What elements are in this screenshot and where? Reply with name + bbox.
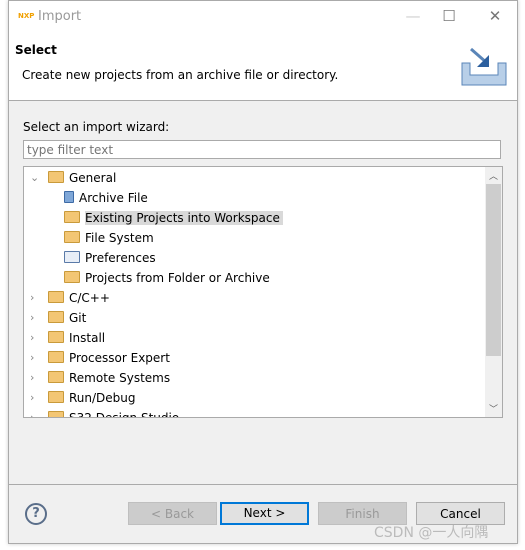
wizard-label: Select an import wizard: [23, 120, 170, 134]
chevron-right-icon[interactable]: › [30, 288, 40, 308]
import-tray-icon [461, 47, 507, 86]
tree-item-label: C/C++ [69, 291, 110, 305]
tree-item-label: Preferences [85, 251, 156, 265]
tree-item[interactable]: ⌄ General [30, 168, 116, 188]
chevron-right-icon[interactable]: › [30, 348, 40, 368]
tree-item-label: Run/Debug [69, 391, 136, 405]
tree-item[interactable]: › Run/Debug [30, 388, 136, 408]
tree-item-label: S32 Design Studio [69, 411, 180, 418]
folder-icon [48, 291, 64, 303]
tree-item-label: Archive File [79, 191, 148, 205]
watermark: CSDN @一人向隅 [374, 525, 489, 541]
import-dialog: NXP Import — ☐ ✕ Select Create new proje… [8, 0, 518, 544]
next-button[interactable]: Next > [220, 502, 309, 525]
vertical-scrollbar[interactable]: ︿ ﹀ [485, 167, 502, 417]
chevron-right-icon[interactable]: › [30, 408, 40, 417]
scrollbar-thumb[interactable] [486, 184, 501, 356]
folder-icon [64, 271, 80, 283]
chevron-right-icon[interactable]: › [30, 368, 40, 388]
wizard-header: Select Create new projects from an archi… [9, 33, 517, 101]
footer-divider [9, 484, 517, 485]
page-description: Create new projects from an archive file… [22, 68, 339, 82]
chevron-right-icon[interactable]: › [30, 328, 40, 348]
window-title: Import [38, 9, 82, 24]
folder-icon [48, 391, 64, 403]
tree-item[interactable]: › S32 Design Studio [30, 408, 180, 418]
tree-item-label: File System [85, 231, 154, 245]
folder-open-icon [48, 171, 64, 183]
tree-item-label: Git [69, 311, 87, 325]
tree-item-label: Remote Systems [69, 371, 171, 385]
chevron-right-icon[interactable]: › [30, 388, 40, 408]
tree-item[interactable]: › Remote Systems [30, 368, 170, 388]
folder-icon [48, 411, 64, 417]
scroll-down-icon[interactable]: ﹀ [485, 402, 502, 415]
tree-item[interactable]: Projects from Folder or Archive [64, 268, 270, 288]
tree-item[interactable]: › Git [30, 308, 86, 328]
tree-item[interactable]: File System [64, 228, 154, 248]
back-button[interactable]: < Back [128, 502, 217, 525]
folder-open-icon [64, 211, 80, 223]
tree-item-label: Projects from Folder or Archive [85, 271, 270, 285]
nxp-logo-icon: NXP [18, 12, 35, 20]
tree-item[interactable]: Preferences [64, 248, 156, 268]
folder-icon [48, 371, 64, 383]
chevron-down-icon[interactable]: ⌄ [30, 168, 40, 188]
minimize-button[interactable]: — [393, 5, 433, 29]
page-title: Select [15, 43, 57, 57]
tree-item[interactable]: Archive File [64, 188, 148, 208]
wizard-tree: › S32 Design Studio › Run/Debug › Remote Syst… [23, 166, 503, 418]
tree-item-label: Processor Expert [69, 351, 170, 365]
chevron-right-icon[interactable]: › [30, 308, 40, 328]
scroll-up-icon[interactable]: ︿ [485, 169, 502, 182]
maximize-button[interactable]: ☐ [429, 5, 469, 29]
tree-item[interactable]: › Install [30, 328, 105, 348]
folder-icon [64, 231, 80, 243]
folder-icon [48, 311, 64, 323]
folder-icon [48, 331, 64, 343]
tree-item-label: Install [69, 331, 106, 345]
close-button[interactable]: ✕ [475, 5, 515, 29]
folder-icon [48, 351, 64, 363]
filter-input[interactable] [23, 140, 501, 159]
archive-icon [64, 191, 74, 203]
title-bar: NXP Import — ☐ ✕ [9, 1, 517, 33]
preferences-icon [64, 251, 80, 263]
tree-item-label: General [69, 171, 117, 185]
tree-item[interactable]: Existing Projects into Workspace [64, 208, 283, 228]
tree-item[interactable]: › C/C++ [30, 288, 110, 308]
tree-item[interactable]: › Processor Expert [30, 348, 170, 368]
tree-item-label: Existing Projects into Workspace [85, 211, 283, 225]
help-icon[interactable]: ? [25, 503, 47, 525]
